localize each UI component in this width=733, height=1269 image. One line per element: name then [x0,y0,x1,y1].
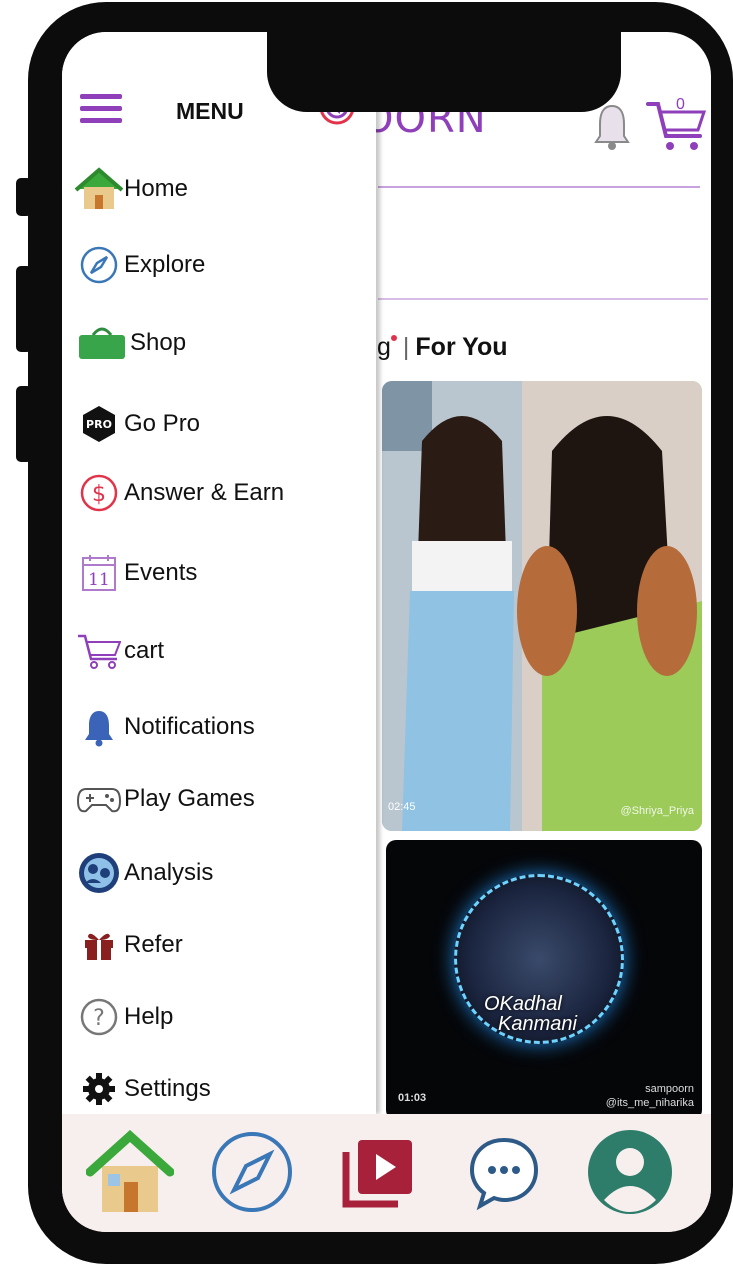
bell-icon[interactable] [592,102,632,152]
video-tile[interactable]: OKadhal Kanmani 01:03 sampoorn @its_me_n… [386,840,702,1120]
menu-item-label: Notifications [124,713,255,740]
shopping-bag-icon [74,320,130,366]
gift-icon [74,922,124,968]
video-tile[interactable]: 02:45 @Shriya_Priya [382,381,702,831]
menu-item-label: Analysis [124,859,214,886]
dollar-icon: $ [74,470,124,516]
nav-profile-button[interactable] [582,1124,678,1220]
menu-item-play-games[interactable]: Play Games [74,772,364,826]
menu-item-label: Answer & Earn [124,479,285,506]
phone-notch [267,32,621,112]
menu-item-answer-earn[interactable]: $ Answer & Earn [74,466,364,520]
cart-icon [74,628,124,674]
pro-badge-icon: PRO [74,401,124,447]
chat-bubble-icon [469,1137,539,1211]
video-thumbnail [382,381,702,831]
phone-side-button [16,178,32,216]
nav-explore-button[interactable] [204,1124,300,1220]
phone-side-button [16,266,32,352]
video-username: @its_me_niharika [605,1097,694,1109]
menu-item-help[interactable]: ? Help [74,990,364,1044]
app-screen: OORN 0 g | For You 02:45 @Shriya_Priya O… [62,32,711,1232]
tab-for-you[interactable]: For You [415,333,507,361]
menu-item-home[interactable]: Home [74,162,364,216]
menu-item-label: Home [124,175,189,202]
drawer-title: MENU [176,98,244,124]
brand-watermark: sampoorn [645,1083,694,1095]
menu-item-go-pro[interactable]: PRO Go Pro [74,397,364,451]
cart-top-button[interactable]: 0 [646,94,707,154]
menu-item-label: Play Games [124,785,255,812]
home-icon [86,1130,174,1212]
svg-text:PRO: PRO [86,418,112,431]
search-bar[interactable] [378,200,708,300]
menu-item-settings[interactable]: Settings [74,1062,364,1116]
menu-item-cart[interactable]: cart [74,624,364,678]
gamepad-icon [74,776,124,822]
video-username: @Shriya_Priya [620,805,694,817]
calendar-icon: 11 [74,550,124,596]
menu-item-label: Go Pro [124,410,201,437]
hamburger-icon[interactable] [80,94,122,124]
menu-item-refer[interactable]: Refer [74,918,364,972]
menu-item-notifications[interactable]: Notifications [74,700,364,754]
video-library-icon [342,1140,412,1208]
tab-partial[interactable]: g [377,333,391,361]
video-duration: 02:45 [388,801,416,813]
phone-side-button [16,386,32,462]
nav-chat-button[interactable] [456,1124,552,1220]
header-divider [378,186,700,188]
menu-item-label: Settings [124,1075,211,1102]
menu-item-label: cart [124,637,165,664]
home-icon [74,166,124,212]
svg-text:$: $ [92,482,106,507]
menu-item-explore[interactable]: Explore [74,238,364,292]
nav-videos-button[interactable] [330,1124,426,1220]
analysis-icon [74,850,124,896]
menu-item-label: Explore [124,251,206,278]
menu-item-shop[interactable]: Shop [74,316,364,370]
song-title: OKadhal Kanmani [484,993,577,1035]
menu-item-label: Refer [124,931,183,958]
live-dot [390,335,397,341]
svg-text:11: 11 [88,570,110,590]
gear-icon [74,1066,124,1112]
bell-icon [74,704,124,750]
nav-home-button[interactable] [82,1124,178,1220]
video-duration: 01:03 [398,1092,427,1104]
feed-tabs: g | For You [377,333,508,362]
side-drawer: MENU Home Explore Shop PRO Go Pro $ Answ… [62,32,376,1114]
menu-item-events[interactable]: 11 Events [74,546,364,600]
video-credit: sampoorn @its_me_niharika [606,1082,694,1110]
bottom-nav-bar [62,1114,711,1232]
cart-count: 0 [676,96,685,113]
tab-separator: | [402,333,410,361]
help-icon: ? [74,994,124,1040]
menu-item-label: Events [124,559,198,586]
svg-text:?: ? [93,1006,105,1031]
compass-icon [212,1132,292,1212]
menu-item-label: Help [124,1003,174,1030]
profile-avatar-icon [588,1130,672,1214]
menu-item-analysis[interactable]: Analysis [74,846,364,900]
compass-icon [74,242,124,288]
menu-item-label: Shop [130,329,187,356]
